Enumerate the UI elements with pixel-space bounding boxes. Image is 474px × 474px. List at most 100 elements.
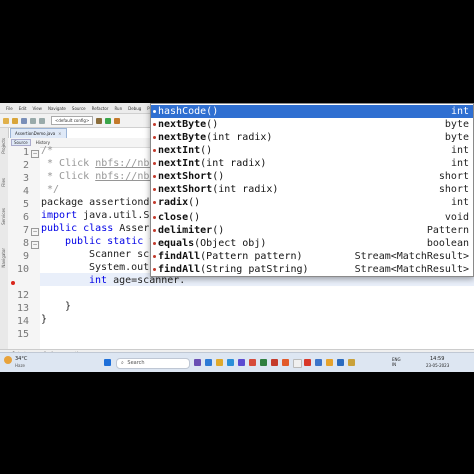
method-params: () <box>212 171 225 182</box>
sidebar-tab-navigator[interactable]: Navigator <box>1 248 6 268</box>
error-icon[interactable] <box>11 281 15 285</box>
menu-run[interactable]: Run <box>114 106 122 111</box>
line-number: 15 <box>16 329 29 340</box>
return-type: Stream<MatchResult> <box>354 264 469 275</box>
open-project-icon[interactable] <box>12 117 18 124</box>
method-icon <box>153 242 156 245</box>
return-type: short <box>438 184 469 195</box>
completion-signature: hashCode() <box>158 105 218 118</box>
method-name: close <box>158 212 189 223</box>
completion-signature: findAll(Pattern pattern) <box>158 250 303 263</box>
method-params: (Pattern pattern) <box>200 251 303 262</box>
completion-signature: findAll(String patString) <box>158 263 309 276</box>
method-name: nextByte <box>158 119 207 130</box>
completion-signature: nextShort(int radix) <box>158 183 278 196</box>
undo-icon[interactable] <box>30 117 36 124</box>
method-icon <box>153 201 156 204</box>
return-type: int <box>450 106 469 117</box>
sidebar-tab-files[interactable]: Files <box>1 178 6 187</box>
menu-file[interactable]: File <box>6 106 13 111</box>
method-icon <box>153 149 156 152</box>
method-icon <box>153 188 156 191</box>
completion-item[interactable]: nextShort(int radix) short <box>151 183 473 196</box>
method-name: nextByte <box>158 132 207 143</box>
completion-item[interactable]: close() void <box>151 211 473 224</box>
method-icon <box>153 229 156 232</box>
line-number: 4 <box>22 186 29 197</box>
method-icon <box>153 136 156 139</box>
code-line-4: */ <box>41 184 60 195</box>
file-tab[interactable]: AssertionDemo.java × <box>10 128 67 138</box>
completion-item[interactable]: findAll(Pattern pattern) Stream<MatchResu… <box>151 250 473 263</box>
method-name: nextShort <box>158 184 213 195</box>
return-type: int <box>450 145 469 156</box>
file-tab-label: AssertionDemo.java <box>15 131 56 136</box>
method-params: () <box>188 197 201 208</box>
return-type: void <box>444 212 469 223</box>
line-number: 2 <box>22 160 29 171</box>
method-icon <box>153 216 156 219</box>
code-line-9: Scanner sca <box>89 249 156 260</box>
method-name: radix <box>158 197 189 208</box>
method-params: (Object obj) <box>194 238 267 249</box>
return-type: Pattern <box>426 225 469 236</box>
code-line-3: * Click nbfs://nbh <box>41 171 156 182</box>
return-type: short <box>438 171 469 182</box>
completion-item[interactable]: findAll(String patString) Stream<MatchRes… <box>151 263 473 276</box>
method-icon <box>153 162 156 165</box>
debug-icon[interactable] <box>114 117 121 124</box>
sidebar-tab-projects[interactable]: Projects <box>1 138 6 154</box>
completion-signature: radix() <box>158 196 200 209</box>
fold-toggle-icon[interactable]: − <box>31 241 39 249</box>
menu-refactor[interactable]: Refactor <box>92 106 109 111</box>
close-icon[interactable]: × <box>58 131 61 136</box>
fold-toggle-icon[interactable]: − <box>31 228 39 236</box>
completion-signature: nextInt(int radix) <box>158 157 266 170</box>
nbfs-link[interactable]: nbfs://nbh <box>95 158 155 169</box>
code-completion-popup[interactable]: hashCode() int nextByte() byte nextByte(int … <box>150 103 474 277</box>
return-type: int <box>450 197 469 208</box>
new-file-icon[interactable] <box>3 117 9 124</box>
sidebar-tab-services[interactable]: Services <box>1 208 6 225</box>
completion-item[interactable]: nextShort() short <box>151 170 473 183</box>
method-name: delimiter <box>158 225 213 236</box>
method-params: (int radix) <box>200 158 267 169</box>
completion-signature: close() <box>158 211 200 224</box>
completion-item[interactable]: radix() int <box>151 196 473 209</box>
code-line-2: * Click nbfs://nbh <box>41 158 156 169</box>
completion-item[interactable]: nextByte(int radix) byte <box>151 131 473 144</box>
menu-debug[interactable]: Debug <box>128 106 141 111</box>
line-number: 1 <box>22 147 29 158</box>
nbfs-link[interactable]: nbfs://nbh <box>95 171 155 182</box>
completion-item[interactable]: nextInt(int radix) int <box>151 157 473 170</box>
run-icon[interactable] <box>105 117 112 124</box>
line-number: 8 <box>22 238 29 249</box>
method-icon <box>153 175 156 178</box>
line-number: 6 <box>22 212 29 223</box>
return-type: Stream<MatchResult> <box>354 251 469 262</box>
line-number: 10 <box>16 264 29 275</box>
fold-toggle-icon[interactable]: − <box>31 150 39 158</box>
method-icon <box>153 268 156 271</box>
save-all-icon[interactable] <box>21 117 27 124</box>
method-params: () <box>188 212 201 223</box>
config-select[interactable]: <default config> <box>51 116 94 125</box>
code-line-5: package assertionde <box>41 197 156 208</box>
menu-view[interactable]: View <box>32 106 42 111</box>
menu-source[interactable]: Source <box>72 106 86 111</box>
completion-item[interactable]: delimiter() Pattern <box>151 224 473 237</box>
completion-item[interactable]: hashCode() int <box>151 105 473 118</box>
completion-item[interactable]: equals(Object obj) boolean <box>151 237 473 250</box>
method-params: () <box>206 106 219 117</box>
line-number: 12 <box>16 290 29 301</box>
completion-item[interactable]: nextInt() int <box>151 144 473 157</box>
menu-navigate[interactable]: Navigate <box>48 106 66 111</box>
method-name: findAll <box>158 251 201 262</box>
line-number: 3 <box>22 173 29 184</box>
completion-item[interactable]: nextByte() byte <box>151 118 473 131</box>
tab-source[interactable]: Source <box>11 139 31 146</box>
build-icon[interactable] <box>96 117 103 124</box>
menu-edit[interactable]: Edit <box>19 106 27 111</box>
code-line-7: public class Assert <box>41 223 156 234</box>
redo-icon[interactable] <box>39 117 45 124</box>
